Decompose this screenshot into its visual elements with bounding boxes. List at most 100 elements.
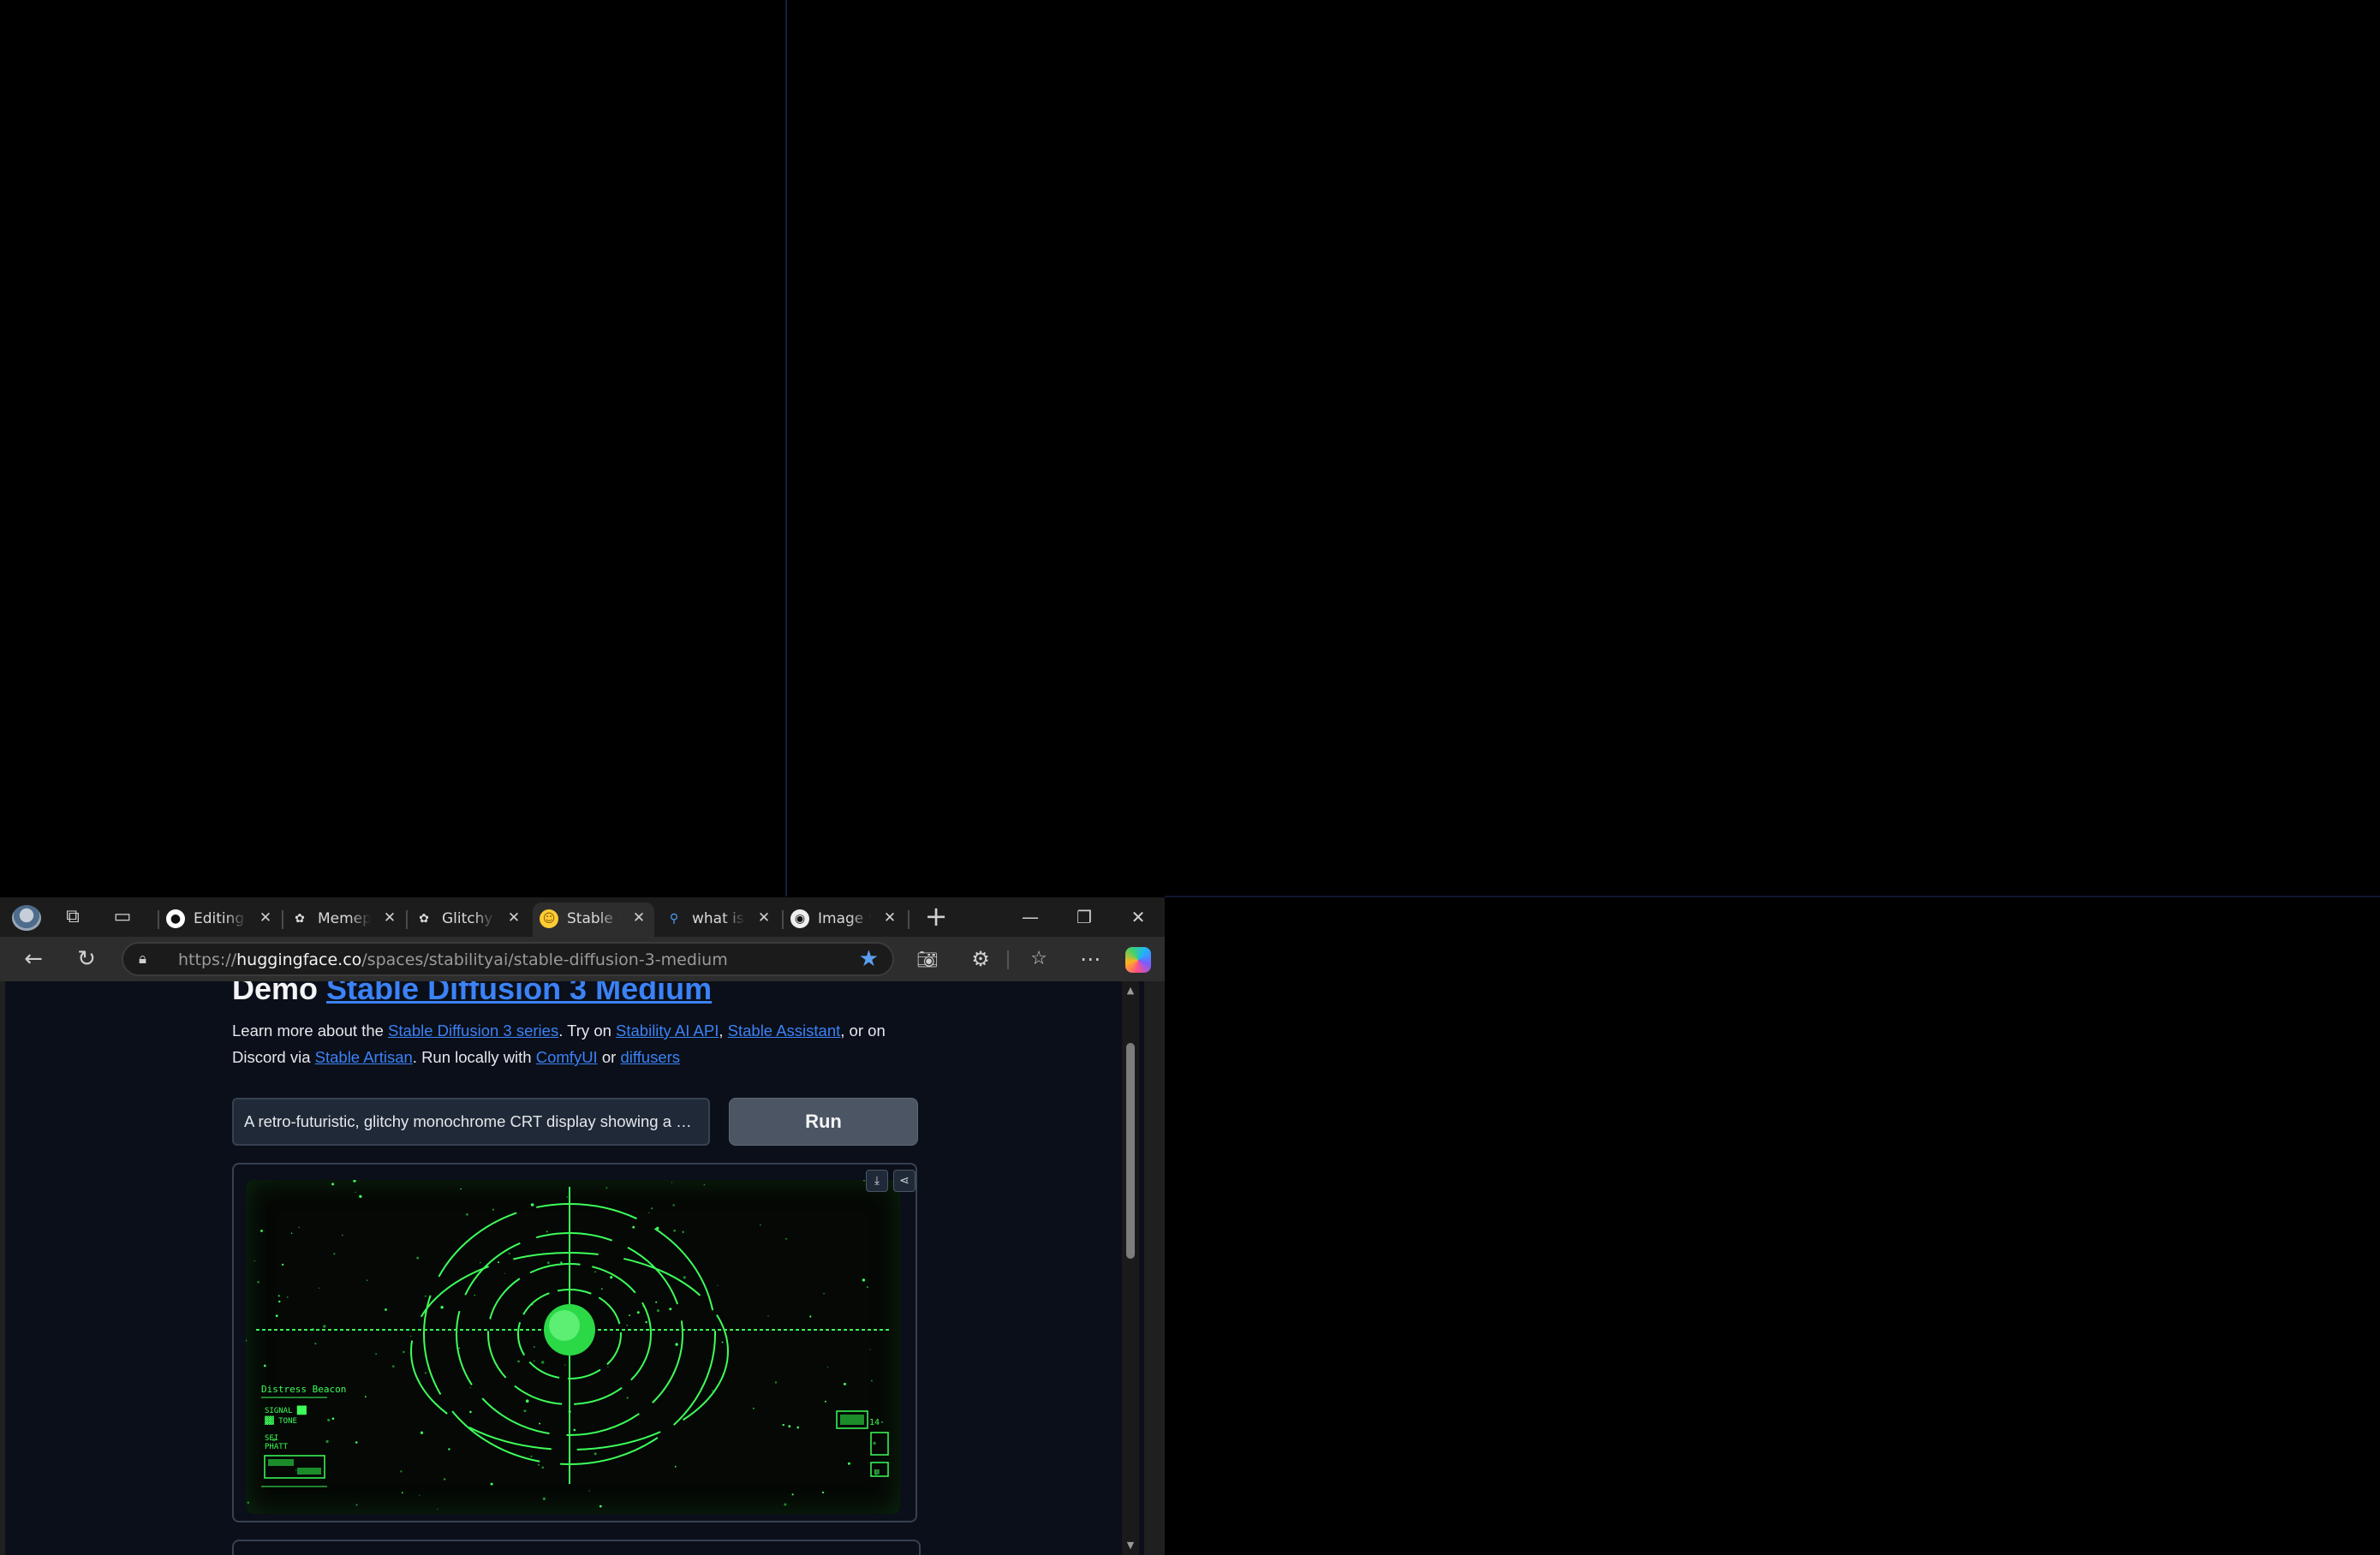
star [364,1396,367,1398]
star [675,1343,678,1346]
star [355,1504,358,1506]
close-tab-icon[interactable]: ✕ [504,908,524,928]
hud-line: 14· [869,1418,885,1427]
link-sd3-series[interactable]: Stable Diffusion 3 series [388,1022,558,1040]
tab-glitchy[interactable]: ✿ Glitchy Prompt ✕ [408,903,529,933]
tab-search[interactable]: ⚲ what is a ✕ [658,903,779,933]
star [419,1494,421,1496]
tab-image[interactable]: ◉ Image Studio ✕ [784,903,905,933]
star [530,1203,534,1206]
star [492,1208,495,1211]
url-protocol: https:// [178,950,237,969]
back-button[interactable]: ← [19,945,48,974]
minimize-button[interactable]: — [1009,903,1052,932]
star [717,1284,719,1286]
star [490,1482,493,1486]
star [753,1408,755,1409]
crt-radar-svg: Distress Beacon SIGNAL ██ ▓▓ TONE SEI PH… [244,1179,890,1510]
favorite-star-icon[interactable]: ★ [859,946,879,972]
new-tab-button[interactable]: + [923,903,949,930]
page-viewport: Demo Stable Diffusion 3 Medium Learn mor… [5,981,1144,1555]
hud-line: ▓▓ TONE [265,1415,297,1426]
star [626,1325,628,1326]
scroll-up-arrow[interactable]: ▲ [1124,985,1136,997]
prompt-input[interactable]: A retro-futuristic, glitchy monochrome C… [244,1099,698,1144]
star [785,1237,787,1240]
workspaces-icon[interactable]: ⧉ [62,906,84,928]
close-tab-icon[interactable]: ✕ [255,908,276,928]
star [655,1301,658,1303]
desktop-divider-line [785,0,787,897]
tab-title: what is a [692,910,745,927]
share-icon[interactable]: ⋖ [893,1170,916,1192]
more-options-icon[interactable]: ⋯ [1076,945,1105,974]
link-diffusers[interactable]: diffusers [620,1048,680,1066]
address-bar[interactable]: 🔒︎ https://huggingface.co/spaces/stabili… [122,942,894,976]
star [588,1490,590,1492]
close-tab-icon[interactable]: ✕ [379,908,400,928]
run-button[interactable]: Run [729,1098,918,1146]
star [247,1501,250,1504]
tab-memeplex[interactable]: ✿ Memeplex ✕ [283,903,405,933]
star [560,1261,563,1264]
star [517,1360,520,1363]
close-tab-icon[interactable]: ✕ [880,908,900,928]
title-prefix: Demo [232,981,319,1006]
star [843,1382,846,1385]
star [873,1441,876,1445]
star [410,1335,412,1338]
star [672,1204,675,1206]
star [782,1423,784,1427]
link-stable-artisan[interactable]: Stable Artisan [315,1048,413,1066]
link-stability-api[interactable]: Stability AI API [616,1022,719,1040]
star [796,1426,799,1429]
restore-button[interactable]: ❐ [1063,903,1106,932]
close-window-button[interactable]: ✕ [1117,903,1160,932]
star [331,1417,335,1420]
scroll-thumb[interactable] [1126,1043,1135,1259]
generated-image: Distress Beacon SIGNAL ██ ▓▓ TONE SEI PH… [244,1179,900,1514]
link-stable-assistant[interactable]: Stable Assistant [728,1022,841,1040]
star [420,1431,424,1434]
star [866,1286,869,1289]
star [469,1410,472,1414]
planet-highlight [549,1310,580,1341]
star [286,1296,289,1298]
screenshot-icon[interactable]: 📷︎ [913,945,942,974]
desktop-edge-line [1165,896,2380,897]
star [788,1425,791,1428]
tab-editing[interactable]: ● Editing README ✕ [159,903,281,933]
next-panel-edge [232,1540,921,1555]
star [605,1187,608,1189]
close-tab-icon[interactable]: ✕ [629,908,649,928]
refresh-button[interactable]: ↻ [72,945,101,974]
scroll-down-arrow[interactable]: ▼ [1124,1540,1136,1552]
copilot-icon[interactable] [1125,947,1151,973]
extensions-icon[interactable]: ⚙ [966,945,995,974]
hud-block-right [870,1462,889,1477]
link-comfyui[interactable]: ComfyUI [536,1048,598,1066]
hud-line: ▤ [874,1468,880,1476]
star [537,1463,540,1466]
star [424,1295,426,1297]
star [355,1441,358,1444]
hud-line: SIGNAL ██ [265,1405,307,1415]
favorites-icon[interactable]: ☆ [1024,945,1053,974]
vertical-tabs-icon[interactable]: ▭ [111,906,134,928]
tab-stable-diffusion[interactable]: ☺ Stable Diffusion 3 Medium ✕ [533,903,654,937]
star [401,1492,403,1494]
star [325,1439,329,1444]
star [823,1292,825,1295]
hud-line: PHATT [265,1443,289,1451]
download-icon[interactable]: ⤓ [866,1170,888,1192]
search-icon: ⚲ [669,912,679,926]
title-link[interactable]: Stable Diffusion 3 Medium [326,981,712,1006]
page-scrollbar[interactable]: ▲ ▼ [1122,981,1139,1555]
lock-icon[interactable]: 🔒︎ [139,950,158,968]
profile-avatar[interactable] [12,905,41,931]
url-text[interactable]: https://huggingface.co/spaces/stabilitya… [178,950,728,969]
star [599,1504,602,1508]
star [443,1478,446,1481]
close-tab-icon[interactable]: ✕ [754,908,774,928]
star [594,1452,597,1456]
